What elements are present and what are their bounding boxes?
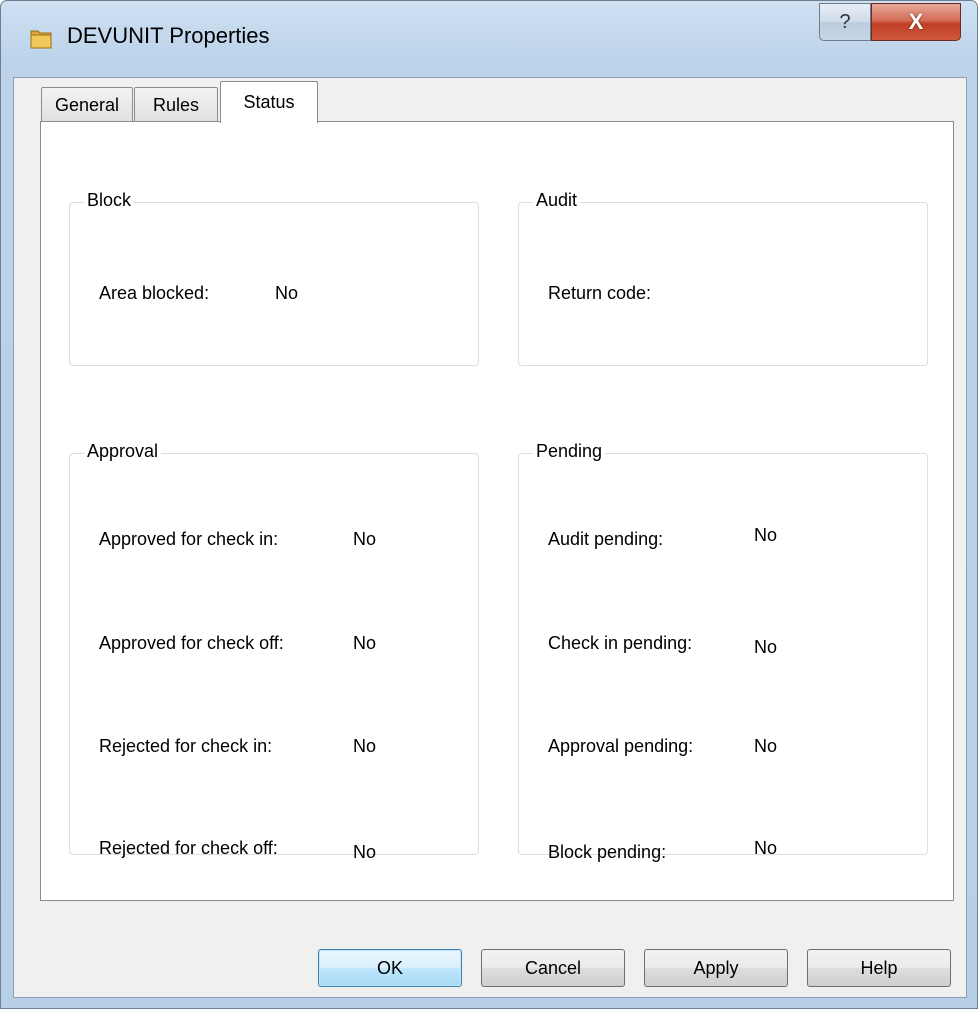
cancel-button-label: Cancel: [524, 957, 582, 978]
ok-button[interactable]: OK: [318, 949, 462, 987]
title-bar[interactable]: DEVUNIT Properties ? X: [1, 1, 977, 77]
area-blocked-value: No: [275, 283, 299, 303]
tab-general[interactable]: General: [41, 87, 133, 123]
approved-check-in-label: Approved for check in:: [99, 529, 279, 549]
apply-button[interactable]: Apply: [644, 949, 788, 987]
check-in-pending-label: Check in pending:: [548, 633, 693, 653]
group-title: Pending: [533, 441, 606, 462]
tab-status[interactable]: Status: [220, 81, 318, 123]
tab-label: Status: [243, 92, 295, 112]
properties-dialog: DEVUNIT Properties ? X General Rules Sta…: [0, 0, 978, 1009]
window-title: DEVUNIT Properties: [67, 23, 270, 48]
approval-pending-value: No: [754, 736, 778, 756]
close-icon: X: [908, 9, 924, 34]
tab-label: Rules: [152, 95, 200, 115]
approved-check-in-value: No: [353, 529, 377, 549]
rejected-check-in-label: Rejected for check in:: [99, 736, 273, 756]
check-in-pending-value: No: [754, 637, 778, 657]
group-title: Approval: [84, 441, 162, 462]
audit-group: Audit Return code:: [518, 190, 928, 366]
audit-pending-label: Audit pending:: [548, 529, 664, 549]
tab-label: General: [54, 95, 120, 115]
pending-group: Pending Audit pending: No Check in pendi…: [518, 441, 928, 862]
rejected-check-off-value: No: [353, 842, 377, 862]
help-title-button[interactable]: ?: [819, 3, 871, 41]
audit-pending-value: No: [754, 525, 778, 545]
close-button[interactable]: X: [871, 3, 961, 41]
folder-icon: [30, 30, 52, 49]
approval-group: Approval Approved for check in: No Appro…: [69, 441, 479, 862]
status-tab-panel: Block Area blocked: No Audit Return code…: [40, 121, 954, 901]
block-pending-value: No: [754, 838, 778, 858]
block-pending-label: Block pending:: [548, 842, 667, 862]
dialog-client-area: General Rules Status Block Area blocked:…: [13, 77, 967, 998]
tab-rules[interactable]: Rules: [134, 87, 218, 123]
rejected-check-in-value: No: [353, 736, 377, 756]
group-title: Audit: [533, 190, 581, 211]
apply-button-label: Apply: [693, 957, 739, 978]
group-title: Block: [84, 190, 135, 211]
area-blocked-label: Area blocked:: [99, 283, 210, 303]
return-code-label: Return code:: [548, 283, 652, 303]
approved-check-off-value: No: [353, 633, 377, 653]
rejected-check-off-label: Rejected for check off:: [99, 838, 278, 858]
approved-check-off-label: Approved for check off:: [99, 633, 284, 653]
approval-pending-label: Approval pending:: [548, 736, 694, 756]
block-group: Block Area blocked: No: [69, 190, 479, 366]
help-button[interactable]: Help: [807, 949, 951, 987]
help-button-label: Help: [860, 957, 898, 978]
ok-button-label: OK: [376, 957, 403, 978]
cancel-button[interactable]: Cancel: [481, 949, 625, 987]
question-mark-icon: ?: [839, 10, 851, 33]
